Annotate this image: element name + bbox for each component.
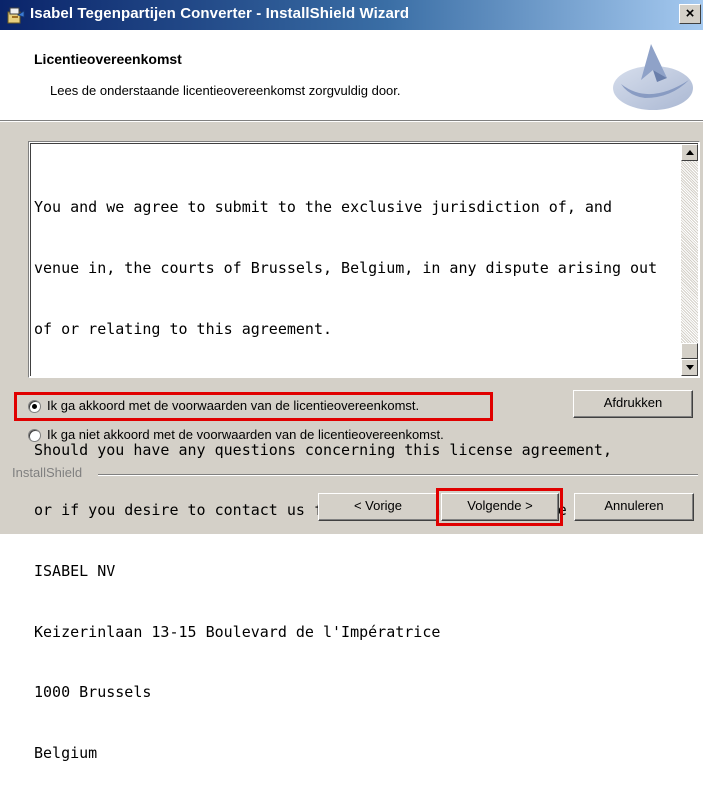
- accept-radio-label[interactable]: Ik ga akkoord met de voorwaarden van de …: [47, 398, 419, 413]
- license-line: You and we agree to submit to the exclus…: [34, 198, 612, 217]
- installer-package-icon: [7, 7, 25, 24]
- license-line: venue in, the courts of Brussels, Belgiu…: [34, 259, 658, 278]
- print-button[interactable]: Afdrukken: [573, 390, 693, 418]
- page-title: Licentieovereenkomst: [34, 51, 182, 67]
- license-line: Keizerinlaan 13-15 Boulevard de l'Impéra…: [34, 622, 441, 641]
- scroll-down-button[interactable]: [681, 359, 698, 376]
- license-text: You and we agree to submit to the exclus…: [34, 157, 674, 803]
- scroll-up-button[interactable]: [681, 144, 698, 161]
- close-icon: ×: [685, 5, 695, 22]
- scroll-thumb[interactable]: [681, 343, 698, 359]
- accept-radio-button[interactable]: [28, 400, 41, 413]
- installshield-logo: [613, 44, 693, 110]
- license-line: Should you have any questions concerning…: [34, 440, 612, 459]
- decline-radio-label[interactable]: Ik ga niet akkoord met de voorwaarden va…: [47, 427, 444, 442]
- window-title: Isabel Tegenpartijen Converter - Install…: [30, 5, 410, 22]
- license-line: of or relating to this agreement.: [34, 319, 333, 338]
- license-text-area[interactable]: You and we agree to submit to the exclus…: [28, 141, 700, 762]
- license-line: 1000 Brussels: [34, 683, 152, 702]
- next-button[interactable]: Volgende >: [441, 493, 559, 521]
- title-bar[interactable]: Isabel Tegenpartijen Converter - Install…: [0, 0, 703, 30]
- header-divider: [0, 121, 703, 122]
- back-button[interactable]: < Vorige: [318, 493, 438, 521]
- license-inner-frame: You and we agree to submit to the exclus…: [30, 143, 698, 762]
- page-subtitle: Lees de onderstaande licentieovereenkoms…: [50, 83, 401, 98]
- arrow-up-icon: [686, 150, 694, 155]
- installshield-wizard-window: Isabel Tegenpartijen Converter - Install…: [0, 0, 703, 762]
- close-button[interactable]: ×: [679, 4, 701, 24]
- installshield-group-label: InstallShield: [12, 465, 83, 480]
- license-line: ISABEL NV: [34, 562, 116, 581]
- license-scrollbar[interactable]: [681, 144, 698, 376]
- footer-divider: [98, 474, 698, 475]
- decline-radio-button[interactable]: [28, 429, 41, 442]
- wizard-header: Licentieovereenkomst Lees de onderstaand…: [0, 30, 703, 121]
- license-line: Belgium: [34, 743, 98, 762]
- arrow-down-icon: [686, 365, 694, 370]
- cancel-button[interactable]: Annuleren: [574, 493, 694, 521]
